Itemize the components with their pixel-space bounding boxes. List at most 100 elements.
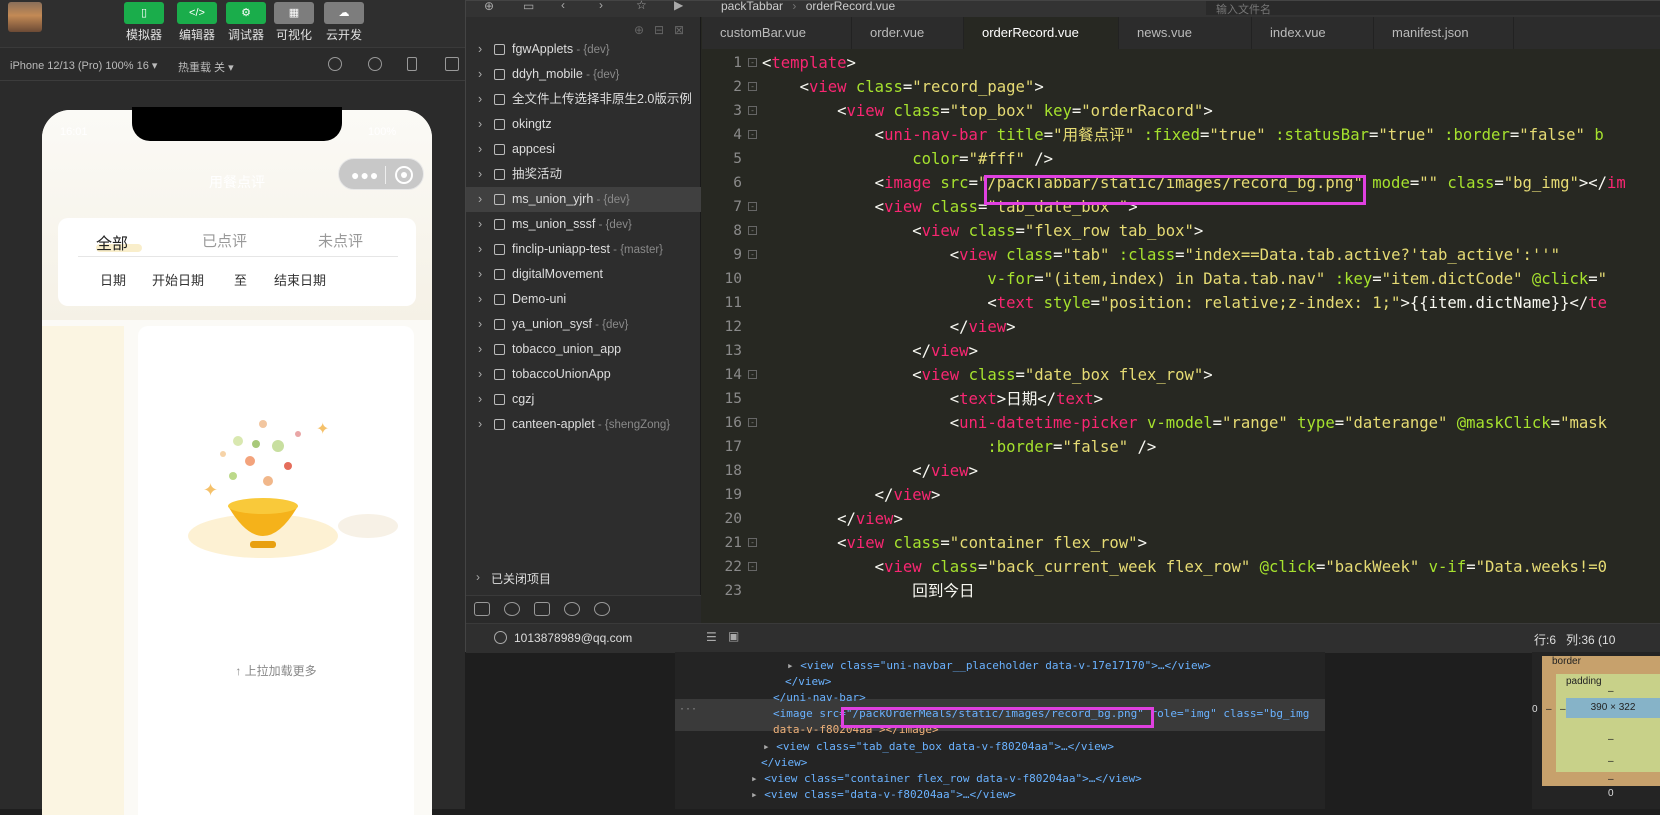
project-name: tobaccoUnionApp xyxy=(512,367,611,381)
cloud-button[interactable]: ☁ 云开发 xyxy=(320,2,368,43)
chevron-right-icon[interactable]: › xyxy=(478,87,482,112)
list-icon[interactable]: ☰ xyxy=(706,630,717,644)
breadcrumb-file[interactable]: orderRecord.vue xyxy=(806,0,895,13)
folder-icon xyxy=(494,344,505,355)
editor-tab[interactable]: orderRecord.vue xyxy=(964,17,1119,49)
file-search-input[interactable]: 输入文件名 xyxy=(1206,1,1660,16)
user-account[interactable]: 1013878989@qq.com xyxy=(514,631,632,645)
chevron-right-icon[interactable]: › xyxy=(478,337,482,362)
window-icon[interactable] xyxy=(445,57,459,71)
tree-item-project[interactable]: › ms_union_yjrh - {dev} xyxy=(466,187,701,212)
project-name: 抽奖活动 xyxy=(512,167,563,181)
editor-tab[interactable]: news.vue xyxy=(1119,17,1252,49)
chevron-right-icon[interactable]: › xyxy=(478,262,482,287)
project-icon[interactable] xyxy=(474,602,490,616)
device-icon[interactable] xyxy=(407,57,417,71)
debugger-button[interactable]: ⚙ 调试器 xyxy=(222,2,270,43)
chevron-right-icon[interactable]: › xyxy=(478,137,482,162)
tree-item-project[interactable]: › ms_union_sssf - {dev} xyxy=(466,212,701,237)
chevron-right-icon[interactable]: › xyxy=(478,212,482,237)
chevron-right-icon[interactable]: › xyxy=(478,387,482,412)
bug-icon[interactable] xyxy=(534,602,550,616)
save-icon[interactable]: ▭ xyxy=(523,0,534,13)
chevron-right-icon[interactable]: › xyxy=(478,237,482,262)
tree-item-project[interactable]: › 全文件上传选择非原生2.0版示例 xyxy=(466,87,701,112)
chevron-right-icon[interactable]: › xyxy=(478,187,482,212)
run-icon[interactable]: ▶ xyxy=(674,0,683,12)
code-area[interactable]: 1- <template> 2- <view class="record_page… xyxy=(702,51,1660,623)
tree-item-project[interactable]: › finclip-uniapp-test - {master} xyxy=(466,237,701,262)
git-icon[interactable] xyxy=(564,602,580,616)
collapse-icon[interactable]: ⊕ xyxy=(634,23,644,37)
tree-item-project[interactable]: › fgwApplets - {dev} xyxy=(466,37,701,62)
chevron-right-icon[interactable]: › xyxy=(478,287,482,312)
start-date-picker[interactable]: 开始日期 xyxy=(152,270,204,289)
tab-reviewed[interactable]: 已点评 xyxy=(202,230,247,251)
dom-line[interactable]: ▸ <view class="uni-navbar__placeholder d… xyxy=(787,658,1211,674)
editor-tab[interactable]: index.vue xyxy=(1252,17,1374,49)
plugin-icon[interactable] xyxy=(594,602,610,616)
tree-item-project[interactable]: › Demo-uni xyxy=(466,287,701,312)
tree-item-project[interactable]: › tobacco_union_app xyxy=(466,337,701,362)
cloud-label: 云开发 xyxy=(325,28,362,42)
editor-tab[interactable]: order.vue xyxy=(852,17,964,49)
new-file-icon[interactable]: ⊕ xyxy=(484,0,494,13)
dom-line[interactable]: </view> xyxy=(761,755,807,771)
end-date-picker[interactable]: 结束日期 xyxy=(274,270,326,289)
dom-line[interactable]: ▸ <view class="data-v-f80204aa">…</view> xyxy=(751,787,1016,803)
device-select[interactable]: iPhone 12/13 (Pro) 100% 16 ▾ xyxy=(10,59,157,72)
project-name: appcesi xyxy=(512,142,556,156)
forward-icon[interactable]: › xyxy=(599,0,603,12)
tree-item-project[interactable]: › appcesi xyxy=(466,137,701,162)
stop-icon[interactable] xyxy=(368,57,382,71)
simulator-button[interactable]: ▯ 模拟器 xyxy=(120,2,168,43)
menu-capsule[interactable]: ●●● xyxy=(338,158,424,190)
back-icon[interactable]: ‹ xyxy=(561,0,565,12)
binoculars-icon[interactable] xyxy=(504,602,520,616)
tree-item-project[interactable]: › ya_union_sysf - {dev} xyxy=(466,312,701,337)
chevron-right-icon[interactable]: › xyxy=(478,162,482,187)
star-icon[interactable]: ☆ xyxy=(636,0,647,12)
breadcrumb-project[interactable]: packTabbar xyxy=(721,0,783,13)
status-time: 16:01 xyxy=(60,126,88,138)
chevron-right-icon[interactable]: › xyxy=(478,412,482,437)
tree-item-project[interactable]: › okingtz xyxy=(466,112,701,137)
close-tree-icon[interactable]: ⊠ xyxy=(674,23,684,37)
chevron-right-icon[interactable]: › xyxy=(478,362,482,387)
dom-line[interactable]: </uni-nav-bar> xyxy=(773,690,866,706)
tree-item-project[interactable]: › canteen-applet - {shengZong} xyxy=(466,412,701,437)
phone-icon: ▯ xyxy=(124,2,164,24)
visual-label: 可视化 xyxy=(275,28,312,42)
terminal-icon[interactable]: ▣ xyxy=(728,629,739,643)
chevron-right-icon[interactable]: › xyxy=(478,37,482,62)
closed-projects[interactable]: › 已关闭项目 xyxy=(466,570,701,587)
tree-item-project[interactable]: › ddyh_mobile - {dev} xyxy=(466,62,701,87)
editor-tab[interactable]: manifest.json xyxy=(1374,17,1514,49)
dom-line[interactable]: ▸ <view class="container flex_row data-v… xyxy=(751,771,1142,787)
close-mini-icon[interactable] xyxy=(395,166,413,184)
project-name: cgzj xyxy=(512,392,535,406)
tree-item-project[interactable]: › 抽奖活动 xyxy=(466,162,701,187)
avatar[interactable] xyxy=(8,2,42,32)
refresh-icon[interactable] xyxy=(328,57,342,71)
editor-button[interactable]: </> 编辑器 xyxy=(173,2,221,43)
chevron-right-icon[interactable]: › xyxy=(478,112,482,137)
tree-item-project[interactable]: › tobaccoUnionApp xyxy=(466,362,701,387)
chevron-right-icon[interactable]: › xyxy=(478,62,482,87)
project-name: ya_union_sysf xyxy=(512,317,592,331)
editor-label: 编辑器 xyxy=(178,28,215,42)
dom-line[interactable]: ▸ <view class="tab_date_box data-v-f8020… xyxy=(763,739,1114,755)
editor-tab[interactable]: customBar.vue xyxy=(702,17,852,49)
dom-line[interactable]: </view> xyxy=(785,674,831,690)
chevron-right-icon[interactable]: › xyxy=(478,312,482,337)
tree-item-project[interactable]: › cgzj xyxy=(466,387,701,412)
project-branch: - {master} xyxy=(609,244,664,256)
tab-all[interactable]: 全部 xyxy=(96,230,128,254)
tree-item-project[interactable]: › digitalMovement xyxy=(466,262,701,287)
hot-reload-toggle[interactable]: 热重载 关 ▾ xyxy=(178,59,234,75)
tab-unreviewed[interactable]: 未点评 xyxy=(318,230,363,251)
project-branch: - {shengZong} xyxy=(594,419,671,431)
visual-button[interactable]: ▦ 可视化 xyxy=(270,2,318,43)
expand-icon[interactable]: ⊟ xyxy=(654,23,664,37)
more-icon[interactable]: ●●● xyxy=(351,167,379,183)
